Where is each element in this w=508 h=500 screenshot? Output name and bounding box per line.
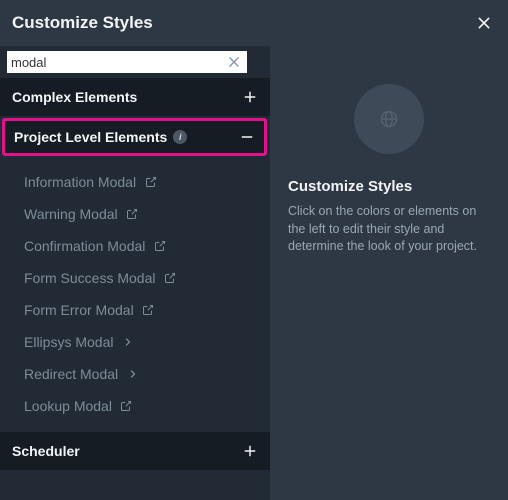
list-item[interactable]: Form Success Modal <box>0 262 270 294</box>
clear-search-button[interactable] <box>224 52 244 72</box>
list-item-label: Warning Modal <box>24 206 118 222</box>
chevron-right-icon <box>126 368 139 381</box>
close-icon <box>227 55 241 69</box>
preview-placeholder <box>354 84 424 154</box>
list-item[interactable]: Lookup Modal <box>0 390 270 422</box>
section-title: Scheduler <box>12 443 80 459</box>
chevron-right-icon <box>121 336 134 349</box>
left-panel: Complex Elements Project Level Elements … <box>0 46 270 500</box>
section-label: Project Level Elements <box>14 129 167 145</box>
search-wrap <box>7 51 247 73</box>
info-icon[interactable]: i <box>173 130 187 144</box>
list-item-label: Information Modal <box>24 174 136 190</box>
external-link-icon <box>153 240 166 253</box>
list-item[interactable]: Form Error Modal <box>0 294 270 326</box>
list-item[interactable]: Confirmation Modal <box>0 230 270 262</box>
external-link-icon <box>126 208 139 221</box>
section-project-level-elements-highlighted: Project Level Elements i <box>2 118 267 156</box>
external-link-icon <box>142 304 155 317</box>
plus-icon <box>243 444 257 458</box>
external-link-icon <box>163 272 176 285</box>
right-panel: Customize Styles Click on the colors or … <box>270 46 508 500</box>
search-input[interactable] <box>7 51 247 73</box>
list-item[interactable]: Warning Modal <box>0 198 270 230</box>
section-title: Complex Elements <box>12 89 137 105</box>
external-link-icon <box>144 176 157 189</box>
list-item[interactable]: Redirect Modal <box>0 358 270 390</box>
list-item[interactable]: Information Modal <box>0 166 270 198</box>
customize-styles-dialog: Customize Styles Complex Elements <box>0 0 508 500</box>
section-scheduler[interactable]: Scheduler <box>0 432 270 470</box>
project-items-list: Information Modal Warning Modal Confirmati… <box>0 158 270 432</box>
list-item-label: Confirmation Modal <box>24 238 145 254</box>
section-project-level-elements[interactable]: Project Level Elements i <box>5 121 264 153</box>
preview-description: Click on the colors or elements on the l… <box>288 203 490 256</box>
list-item-label: Redirect Modal <box>24 366 118 382</box>
close-button[interactable] <box>474 13 494 33</box>
globe-icon <box>379 109 399 129</box>
dialog-title: Customize Styles <box>12 13 153 33</box>
close-icon <box>476 15 492 31</box>
dialog-body: Complex Elements Project Level Elements … <box>0 46 508 500</box>
section-title: Project Level Elements i <box>14 129 187 145</box>
expand-button[interactable] <box>242 443 258 459</box>
list-item-label: Ellipsys Modal <box>24 334 113 350</box>
dialog-header: Customize Styles <box>0 0 508 46</box>
plus-icon <box>243 90 257 104</box>
search-row <box>0 46 270 78</box>
expand-button[interactable] <box>242 89 258 105</box>
section-label: Complex Elements <box>12 89 137 105</box>
minus-icon <box>240 130 254 144</box>
section-label: Scheduler <box>12 443 80 459</box>
list-item-label: Form Success Modal <box>24 270 155 286</box>
list-item[interactable]: Ellipsys Modal <box>0 326 270 358</box>
external-link-icon <box>120 400 133 413</box>
list-item-label: Form Error Modal <box>24 302 134 318</box>
list-item-label: Lookup Modal <box>24 398 112 414</box>
preview-title: Customize Styles <box>288 178 412 195</box>
collapse-button[interactable] <box>239 129 255 145</box>
section-complex-elements[interactable]: Complex Elements <box>0 78 270 116</box>
